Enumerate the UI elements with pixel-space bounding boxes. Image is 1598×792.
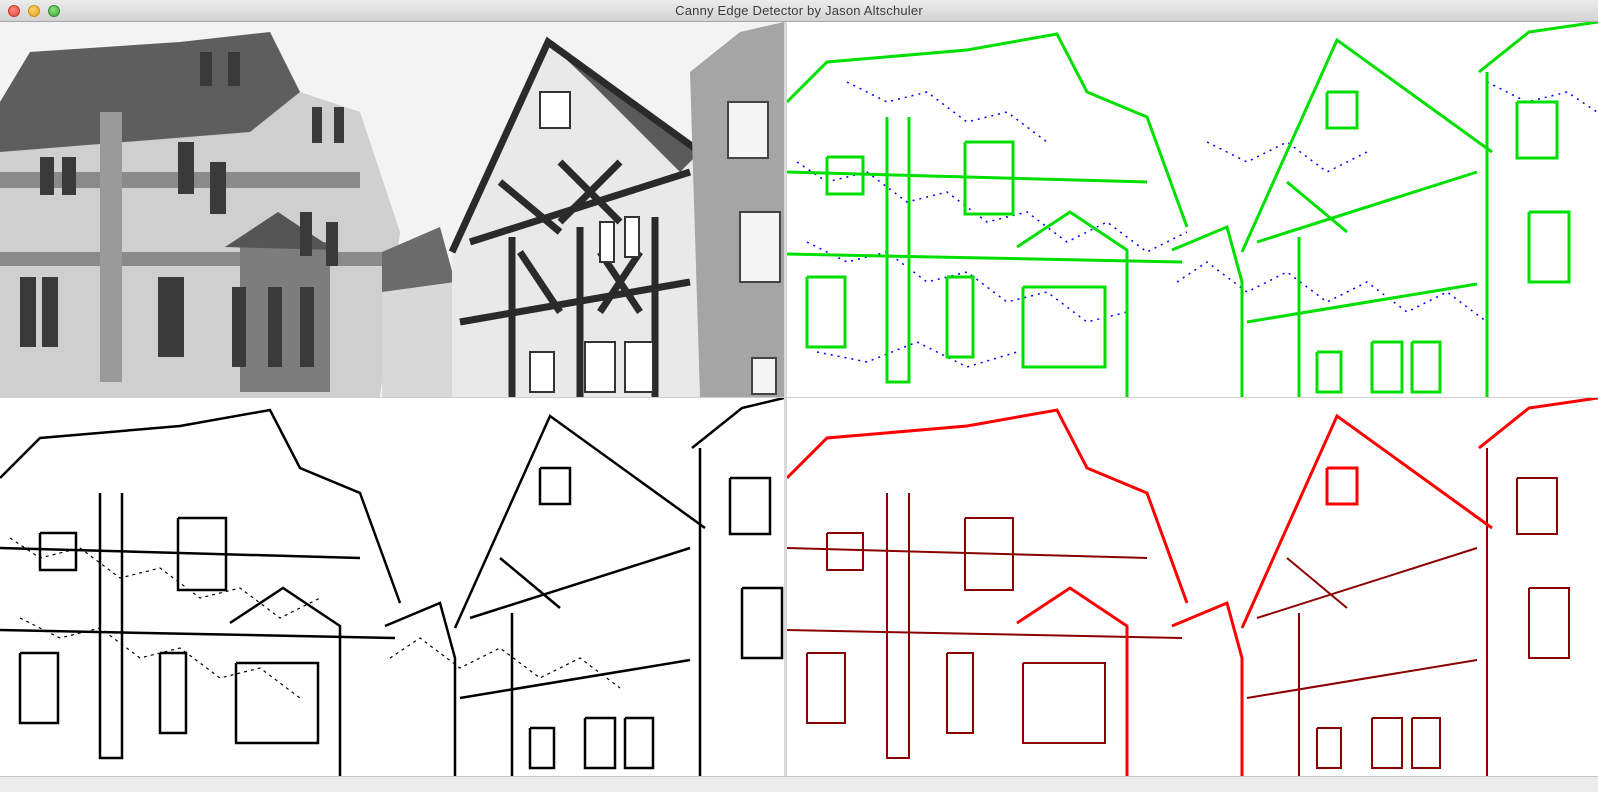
edges-green-blue-image [787,22,1598,397]
green-blue-edge-map [787,22,1598,397]
edges-red-image [787,398,1598,776]
title-bar[interactable]: Canny Edge Detector by Jason Altschuler [0,0,1598,22]
grayscale-input-image [0,22,784,397]
vertical-panel-divider [784,22,787,776]
app-window: Canny Edge Detector by Jason Altschuler [0,0,1598,792]
red-edge-map [787,398,1598,776]
grayscale-building-illustration [0,22,784,397]
horizontal-panel-divider [0,397,1598,398]
edges-black-image [0,398,784,776]
black-edge-map [0,398,784,776]
window-bottom-bar [0,776,1598,792]
window-title: Canny Edge Detector by Jason Altschuler [675,3,923,18]
